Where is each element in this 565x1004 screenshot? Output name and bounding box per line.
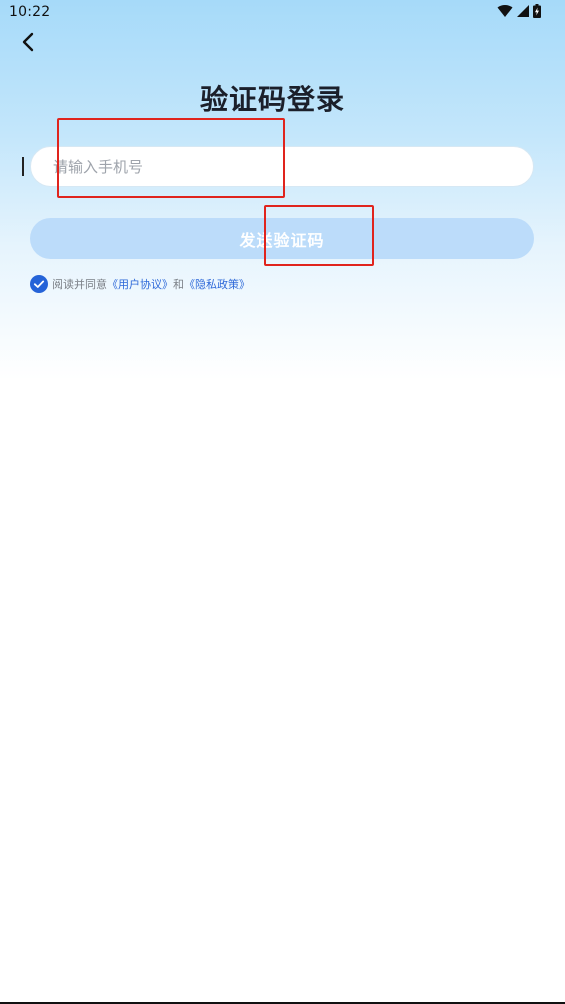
check-circle-icon bbox=[30, 275, 48, 293]
privacy-policy-link[interactable]: 《隐私政策》 bbox=[184, 276, 250, 292]
user-agreement-link[interactable]: 《用户协议》 bbox=[107, 276, 173, 292]
agreement-prefix: 阅读并同意 bbox=[52, 278, 107, 291]
back-button[interactable] bbox=[12, 28, 44, 56]
agree-checkbox[interactable] bbox=[30, 275, 48, 293]
battery-icon bbox=[533, 4, 541, 18]
agreement-and: 和 bbox=[173, 278, 184, 291]
page-title: 验证码登录 bbox=[199, 83, 345, 116]
wifi-icon bbox=[497, 5, 513, 18]
status-icons bbox=[497, 4, 541, 18]
chevron-left-icon bbox=[22, 32, 34, 52]
highlight-box-send-code bbox=[264, 205, 374, 266]
status-time: 10:22 bbox=[9, 4, 51, 20]
status-bar: 10:22 bbox=[0, 0, 565, 24]
text-cursor bbox=[22, 157, 24, 176]
signal-icon bbox=[517, 5, 529, 17]
highlight-box-phone-input bbox=[57, 118, 285, 198]
agreement-row: 阅读并同意 《用户协议》 和 《隐私政策》 bbox=[30, 274, 250, 294]
